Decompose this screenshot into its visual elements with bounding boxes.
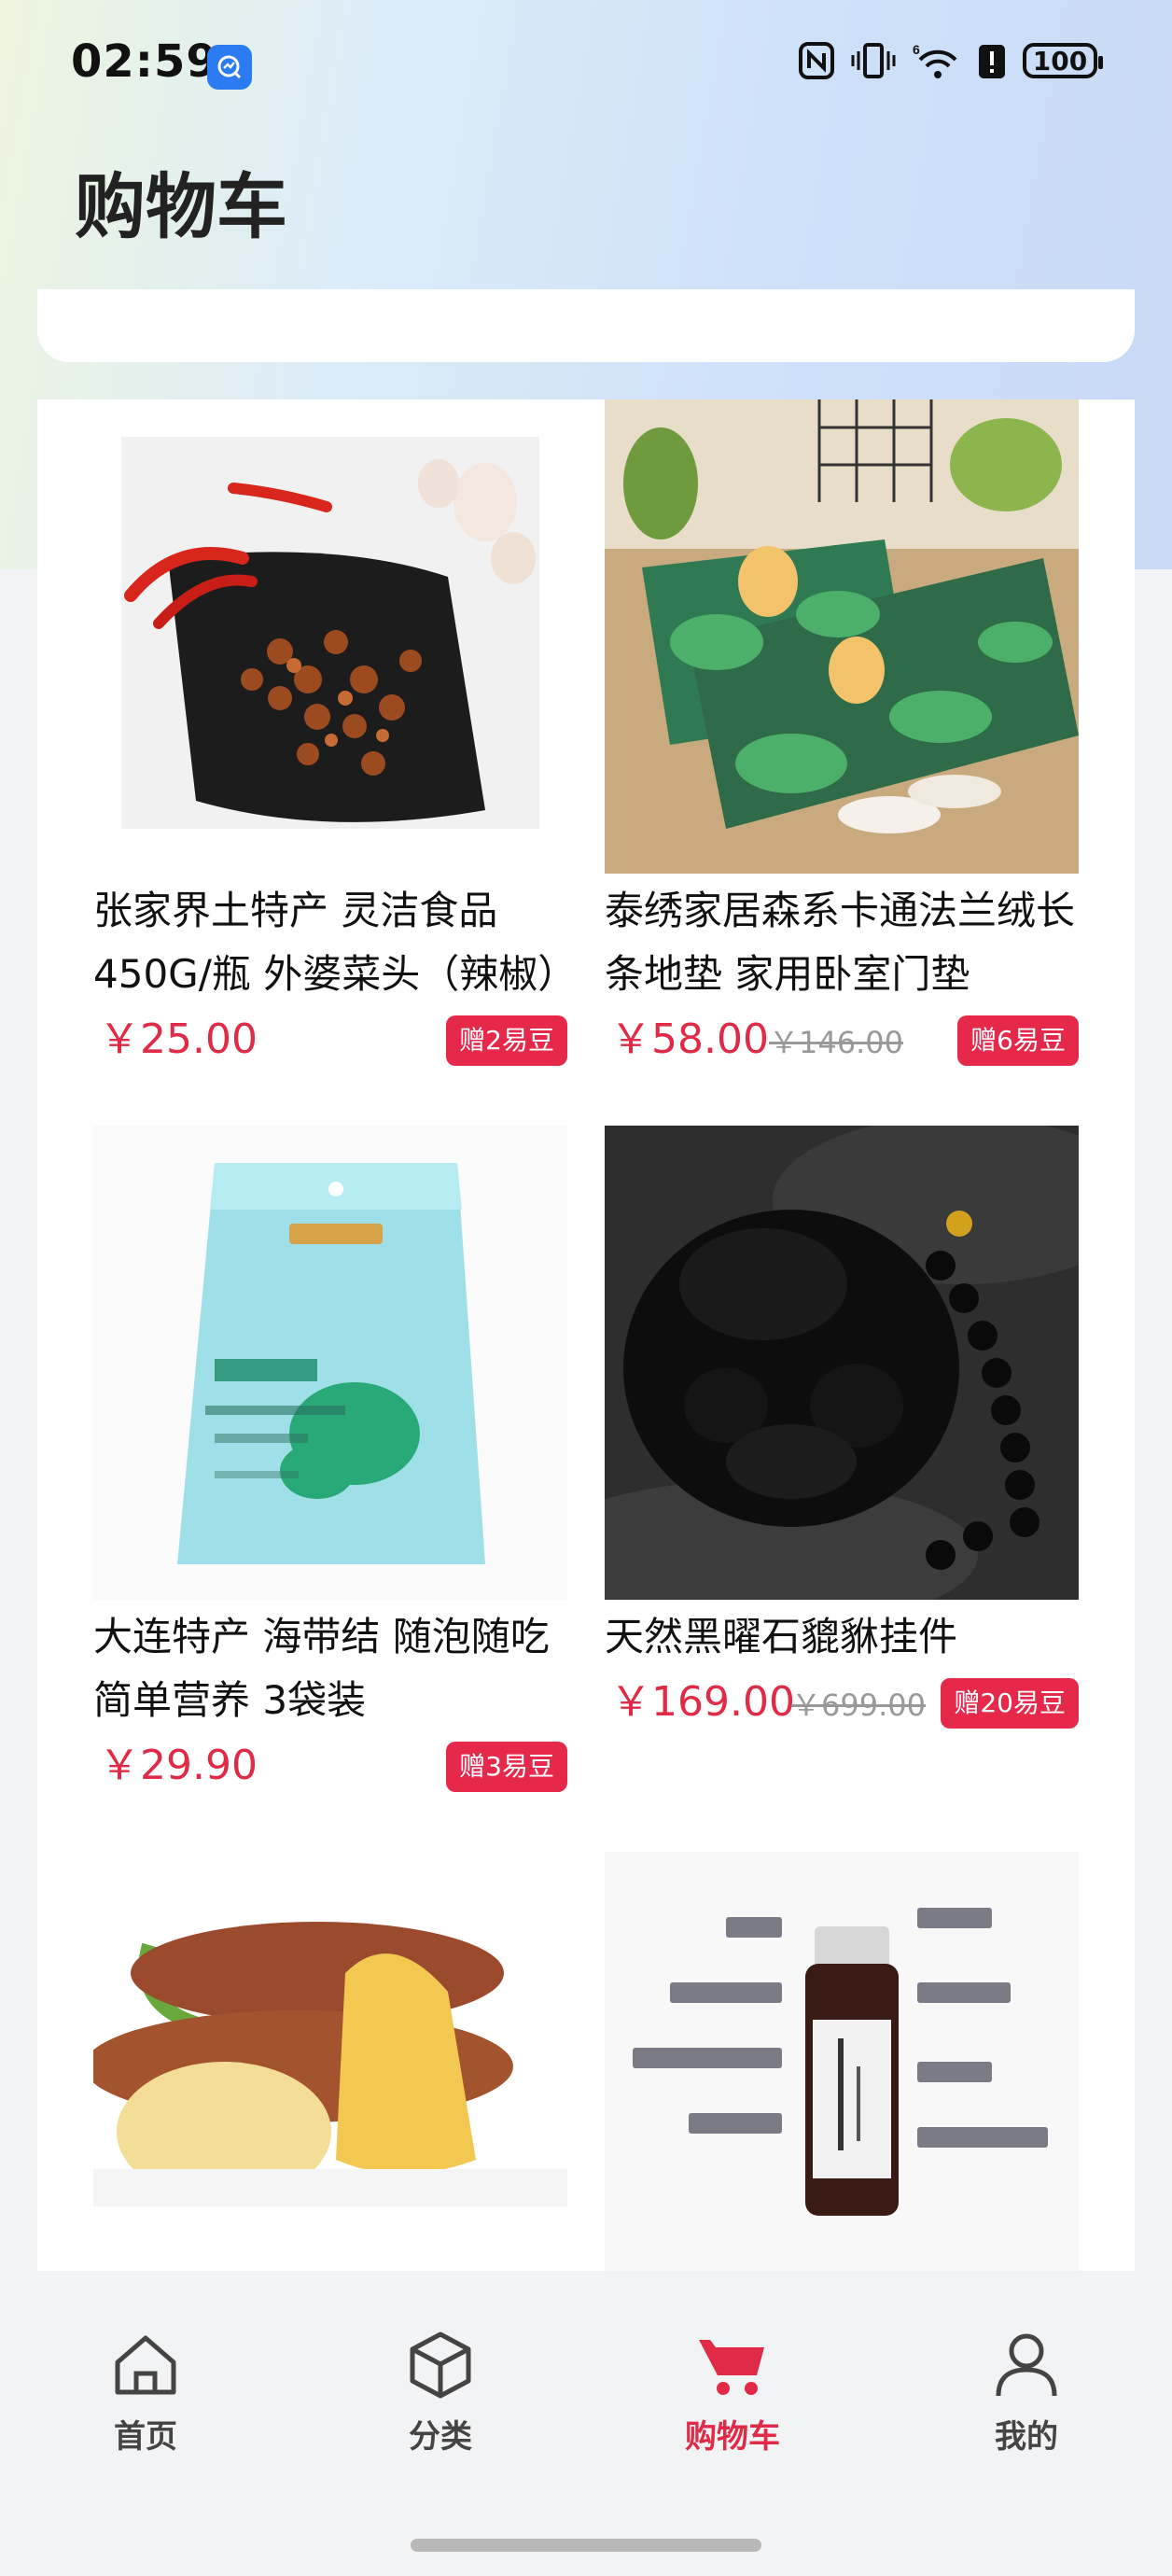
product-image[interactable]: [605, 1126, 1079, 1600]
status-bar: 02:59 6 100: [0, 0, 1172, 131]
product-card[interactable]: [605, 1852, 1079, 2271]
tab-label: 首页: [114, 2418, 177, 2456]
tab-cart[interactable]: 购物车: [658, 2327, 807, 2457]
bonus-badge: 赠2易豆: [446, 1015, 567, 1066]
tab-category[interactable]: 分类: [366, 2327, 515, 2457]
wifi-6-icon: 6: [913, 42, 957, 78]
alert-icon: [979, 45, 1005, 78]
product-name: 泰绣家居森系卡通法兰绒长条地垫 家用卧室门垫: [605, 888, 1076, 997]
product-card[interactable]: 天然黑曜石貔貅挂件 ￥169.00 ￥699.00 赠20易豆: [605, 1126, 1079, 1732]
user-icon: [996, 2333, 1057, 2397]
product-image[interactable]: [605, 399, 1079, 874]
tab-label: 我的: [995, 2418, 1058, 2456]
home-indicator[interactable]: [411, 2539, 761, 2552]
product-card[interactable]: 泰绣家居森系卡通法兰绒长条地垫 家用卧室门垫 ￥58.00 ￥146.00 赠6…: [605, 399, 1079, 1070]
product-image[interactable]: [93, 1852, 567, 2271]
tab-label: 购物车: [685, 2418, 780, 2456]
original-price: ￥146.00: [769, 1025, 903, 1060]
product-card[interactable]: 大连特产 海带结 随泡随吃 简单营养 3袋装 ￥29.90 赠3易豆: [93, 1126, 567, 1796]
recommend-grid: 张家界土特产 灵洁食品450G/瓶 外婆菜头（辣椒） ￥25.00 赠2易豆 泰…: [37, 399, 1135, 2271]
battery-icon: 100: [1023, 43, 1103, 78]
cube-icon: [410, 2331, 471, 2399]
home-icon: [115, 2335, 176, 2395]
product-price: ￥25.00: [99, 1015, 258, 1063]
vibrate-icon: [851, 43, 896, 78]
cart-list-panel: [37, 289, 1135, 362]
product-image[interactable]: [93, 1126, 567, 1600]
bonus-badge: 赠20易豆: [941, 1678, 1079, 1729]
page-title: 购物车: [75, 165, 287, 248]
product-price: ￥29.90: [99, 1742, 258, 1789]
product-image[interactable]: [93, 399, 567, 874]
notification-app-icon: [207, 45, 252, 90]
product-name: 天然黑曜石貔貅挂件: [605, 1614, 958, 1659]
original-price: ￥699.00: [791, 1687, 926, 1723]
status-time: 02:59: [71, 35, 218, 88]
tab-mine[interactable]: 我的: [952, 2327, 1101, 2457]
cart-icon: [699, 2340, 764, 2395]
tab-home[interactable]: 首页: [71, 2327, 220, 2457]
bonus-badge: 赠3易豆: [446, 1742, 567, 1792]
product-image[interactable]: [605, 1852, 1079, 2271]
product-name: 大连特产 海带结 随泡随吃 简单营养 3袋装: [93, 1614, 550, 1723]
bonus-badge: 赠6易豆: [957, 1015, 1079, 1066]
product-name: 张家界土特产 灵洁食品450G/瓶 外婆菜头（辣椒）: [93, 888, 567, 997]
tab-label: 分类: [409, 2418, 472, 2456]
nfc-icon: [799, 42, 834, 79]
product-price: ￥169.00: [610, 1678, 795, 1726]
product-price: ￥58.00: [610, 1015, 769, 1063]
product-card[interactable]: 张家界土特产 灵洁食品450G/瓶 外婆菜头（辣椒） ￥25.00 赠2易豆: [93, 399, 567, 1070]
product-card[interactable]: [93, 1852, 567, 2271]
bottom-tab-bar: 首页 分类 购物车 我的: [0, 2271, 1172, 2576]
svg-text:6: 6: [913, 42, 920, 57]
